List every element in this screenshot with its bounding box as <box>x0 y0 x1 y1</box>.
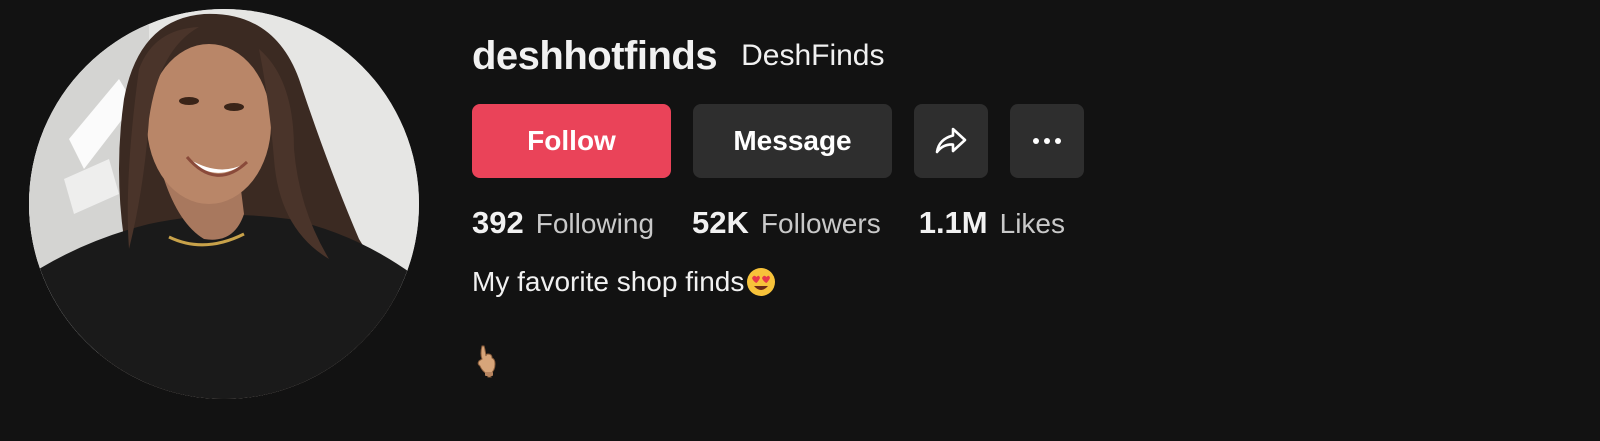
likes-count: 1.1M <box>918 205 988 240</box>
username: deshhotfinds <box>472 33 718 78</box>
followers-label: Followers <box>760 208 881 239</box>
followers-count: 52K <box>692 205 749 240</box>
more-button[interactable] <box>1010 104 1084 178</box>
profile-names: deshhotfinds DeshFinds <box>472 30 885 82</box>
nickname: DeshFinds <box>741 39 885 72</box>
profile-stats: 392 Following 52K Followers 1.1M Likes <box>472 200 1103 246</box>
likes-label: Likes <box>999 208 1065 239</box>
follow-button[interactable]: Follow <box>472 104 671 178</box>
more-icon <box>1032 137 1062 145</box>
stat-following[interactable]: 392 Following <box>472 205 654 241</box>
profile-actions: Follow Message <box>472 104 1084 178</box>
following-count: 392 <box>472 205 524 240</box>
stat-followers[interactable]: 52K Followers <box>692 205 881 241</box>
pointing-down-emoji-icon <box>476 344 502 378</box>
avatar[interactable] <box>29 9 419 399</box>
share-button[interactable] <box>914 104 988 178</box>
message-button[interactable]: Message <box>693 104 892 178</box>
share-icon <box>934 126 968 156</box>
bio-text: My favorite shop finds <box>472 266 745 297</box>
bio: My favorite shop finds <box>472 266 776 298</box>
stat-likes: 1.1M Likes <box>919 205 1065 241</box>
following-label: Following <box>535 208 655 239</box>
profile-header: deshhotfinds DeshFinds Follow Message 39… <box>0 0 1600 441</box>
heart-eyes-emoji-icon <box>746 267 776 297</box>
